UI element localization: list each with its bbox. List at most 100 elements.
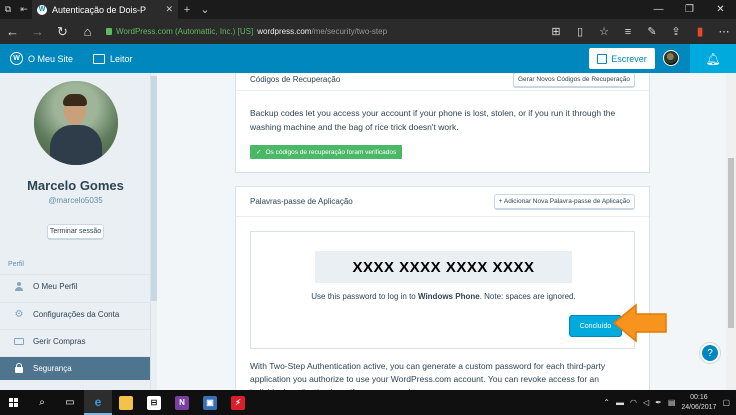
volume-icon[interactable]: ◁ bbox=[643, 398, 649, 407]
annotation-arrow-icon bbox=[612, 303, 667, 343]
credit-card-icon bbox=[14, 337, 24, 347]
office-icon[interactable]: ▮ bbox=[688, 25, 712, 38]
favorite-star-icon[interactable]: ☆ bbox=[592, 25, 616, 38]
clock-date: 24/06/2017 bbox=[681, 403, 717, 411]
logout-button[interactable]: Terminar sessão bbox=[47, 224, 104, 240]
profile-photo bbox=[34, 81, 118, 165]
search-icon[interactable]: ⌕ bbox=[28, 390, 56, 415]
wifi-icon[interactable]: ◠ bbox=[630, 398, 637, 407]
add-app-password-button[interactable]: + Adicionar Nova Palavra-passe de Aplica… bbox=[493, 193, 635, 210]
battery-icon[interactable]: ▬ bbox=[616, 398, 624, 407]
address-bar: ← → ↻ ⌂ WordPress.com (Automattic, Inc.)… bbox=[0, 19, 736, 44]
notifications-button[interactable]: 🔔︎ bbox=[690, 44, 736, 73]
reading-view-icon[interactable]: ▯ bbox=[568, 25, 592, 38]
help-icon: ? bbox=[707, 347, 713, 359]
profile-name: Marcelo Gomes bbox=[27, 178, 124, 193]
generated-password: XXXX XXXX XXXX XXXX bbox=[315, 251, 572, 283]
reader-icon bbox=[93, 53, 106, 64]
file-explorer-button[interactable] bbox=[112, 390, 140, 415]
profile-sidebar: Marcelo Gomes @marcelo5035 Terminar sess… bbox=[0, 73, 151, 390]
task-view-icon[interactable]: ▭ bbox=[56, 390, 84, 415]
sidebar-item-purchases[interactable]: Gerir Compras bbox=[0, 329, 150, 353]
store-button[interactable]: ⊟ bbox=[140, 390, 168, 415]
sidebar-section-heading: Perfil bbox=[8, 261, 24, 268]
lightning-icon: ⚡︎ bbox=[231, 395, 245, 410]
browser-toolbar-right: ⊞ ▯ ☆ ≡ ✎ ⇪ ▮ ⋯ bbox=[544, 25, 736, 39]
pen-icon[interactable]: ✎ bbox=[640, 25, 664, 38]
checkmark-icon: ✓ bbox=[256, 149, 262, 156]
window-controls: — ❐ ✕ bbox=[643, 4, 736, 15]
tab-back-icon[interactable]: ⇤ bbox=[16, 0, 32, 19]
more-menu-icon[interactable]: ⋯ bbox=[712, 25, 736, 38]
write-button[interactable]: Escrever bbox=[589, 48, 655, 69]
back-arrow-icon[interactable]: ← bbox=[0, 24, 25, 39]
tab-preview-icon[interactable]: ⧉ bbox=[0, 0, 16, 19]
app-passwords-description: With Two-Step Authentication active, you… bbox=[250, 361, 606, 390]
generated-password-box: XXXX XXXX XXXX XXXX Use this password to… bbox=[250, 231, 635, 349]
sidebar-item-label: Gerir Compras bbox=[33, 337, 86, 346]
help-button[interactable]: ? bbox=[700, 343, 720, 363]
app-passwords-header: Palavras-passe de Aplicação + Adicionar … bbox=[236, 187, 649, 217]
masterbar-avatar[interactable] bbox=[663, 50, 679, 66]
card-title: Códigos de Recuperação bbox=[250, 75, 341, 84]
tab-menu-chevron-icon[interactable]: ⌄ bbox=[196, 3, 214, 16]
recovery-codes-card: Códigos de Recuperação Gerar Novos Códig… bbox=[236, 73, 649, 172]
new-tab-button[interactable]: + bbox=[178, 4, 196, 16]
recovery-codes-description: Backup codes let you access your account… bbox=[250, 108, 616, 132]
action-center-icon[interactable]: ▢ bbox=[722, 398, 730, 407]
refresh-icon[interactable]: ↻ bbox=[50, 24, 75, 40]
flash-app-button[interactable]: ⚡︎ bbox=[224, 390, 252, 415]
extension-icon[interactable]: ⊞ bbox=[544, 25, 568, 38]
tab-close-icon[interactable]: ✕ bbox=[165, 4, 173, 15]
generate-recovery-codes-button[interactable]: Gerar Novos Códigos de Recuperação bbox=[512, 73, 635, 88]
wp-masterbar: W O Meu Site Leitor Escrever 🔔︎ bbox=[0, 44, 736, 73]
app-passwords-card: Palavras-passe de Aplicação + Adicionar … bbox=[236, 187, 649, 390]
url-host: wordpress.com bbox=[257, 27, 312, 36]
url-path: /me/security/two-step bbox=[311, 27, 388, 36]
share-icon[interactable]: ⇪ bbox=[664, 25, 688, 38]
my-site-label: O Meu Site bbox=[28, 53, 74, 64]
sidebar-item-security[interactable]: Segurança bbox=[0, 356, 150, 380]
onenote-icon: N bbox=[175, 395, 189, 410]
close-window-button[interactable]: ✕ bbox=[705, 4, 736, 15]
store-bag-icon: ⊟ bbox=[147, 395, 161, 410]
sidebar-item-profile[interactable]: O Meu Perfil bbox=[0, 274, 150, 298]
write-pencil-icon bbox=[597, 53, 608, 64]
keyboard-icon[interactable]: ▤ bbox=[668, 398, 676, 407]
system-tray: ⌃ ▬ ◠ ◁ ✒ ▤ 00:16 24/06/2017 ▢ bbox=[603, 393, 736, 413]
app-name: Windows Phone bbox=[417, 292, 480, 301]
wordpress-favicon-icon: W bbox=[37, 4, 47, 15]
home-icon[interactable]: ⌂ bbox=[75, 24, 100, 39]
reader-label: Leitor bbox=[110, 53, 133, 64]
browser-tab[interactable]: W Autenticação de Dois-P ✕ bbox=[32, 0, 178, 19]
system-clock[interactable]: 00:16 24/06/2017 bbox=[681, 393, 716, 413]
pen-workspace-icon[interactable]: ✒ bbox=[655, 398, 662, 407]
clock-time: 00:16 bbox=[690, 393, 708, 401]
card-title: Palavras-passe de Aplicação bbox=[250, 197, 353, 206]
lock-icon bbox=[106, 28, 112, 35]
start-button[interactable] bbox=[0, 390, 28, 415]
sidebar-item-label: O Meu Perfil bbox=[33, 282, 78, 291]
my-site-link[interactable]: W O Meu Site bbox=[0, 44, 83, 73]
onenote-button[interactable]: N bbox=[168, 390, 196, 415]
windows-logo-icon bbox=[9, 397, 19, 408]
reader-link[interactable]: Leitor bbox=[83, 44, 143, 73]
url-field[interactable]: WordPress.com (Automattic, Inc.) [US] wo… bbox=[106, 27, 387, 36]
hub-icon[interactable]: ≡ bbox=[616, 26, 640, 38]
password-help-text: Use this password to log in to Windows P… bbox=[311, 292, 576, 301]
minimize-button[interactable]: — bbox=[643, 4, 674, 15]
folder-icon bbox=[119, 395, 133, 410]
show-hidden-icons-icon[interactable]: ⌃ bbox=[603, 398, 610, 407]
write-label: Escrever bbox=[611, 53, 647, 64]
forward-arrow-icon[interactable]: → bbox=[25, 24, 50, 39]
page-scrollbar[interactable] bbox=[726, 73, 736, 390]
photos-icon: ▣ bbox=[203, 395, 217, 410]
bell-icon: 🔔︎ bbox=[705, 51, 721, 66]
edge-taskbar-button[interactable]: e bbox=[84, 390, 112, 415]
edge-icon: e bbox=[94, 394, 102, 409]
browser-tab-bar: ⧉ ⇤ W Autenticação de Dois-P ✕ + ⌄ — ❐ ✕ bbox=[0, 0, 736, 19]
wordpress-logo-icon: W bbox=[10, 52, 23, 65]
sidebar-item-account-settings[interactable]: ⚙ Configurações da Conta bbox=[0, 302, 150, 326]
photos-button[interactable]: ▣ bbox=[196, 390, 224, 415]
restore-button[interactable]: ❐ bbox=[674, 4, 705, 15]
